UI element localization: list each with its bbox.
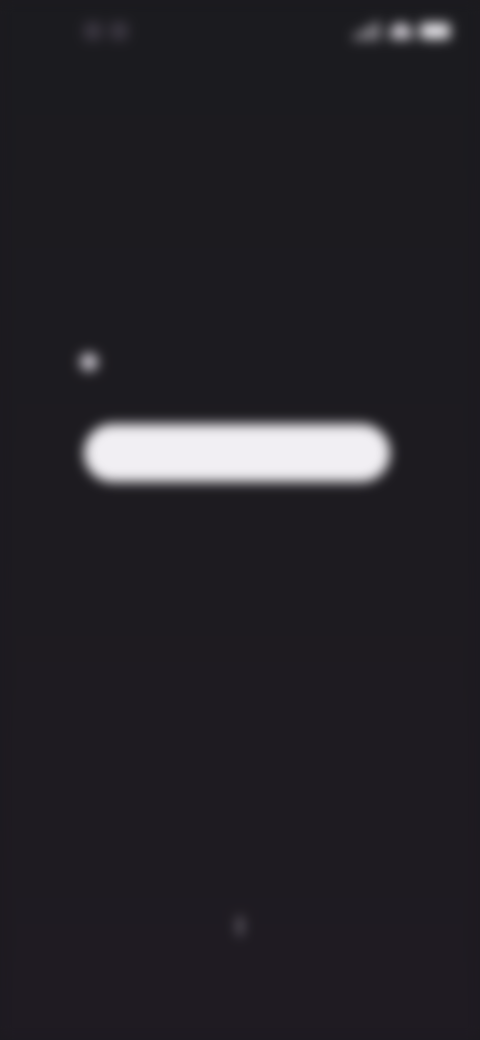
footer-divider	[238, 917, 242, 935]
notice-message	[80, 340, 400, 384]
notification-icon	[110, 22, 128, 40]
app-screen	[0, 0, 480, 1040]
signal-icon	[354, 22, 382, 40]
status-icons	[354, 22, 450, 40]
notification-icon	[84, 22, 102, 40]
footer-links	[80, 904, 400, 948]
secondary-link[interactable]	[150, 530, 330, 556]
wifi-icon	[390, 23, 412, 39]
primary-action-button[interactable]	[84, 424, 390, 482]
status-bar	[0, 0, 480, 64]
info-icon	[80, 353, 98, 371]
battery-icon	[420, 23, 450, 39]
